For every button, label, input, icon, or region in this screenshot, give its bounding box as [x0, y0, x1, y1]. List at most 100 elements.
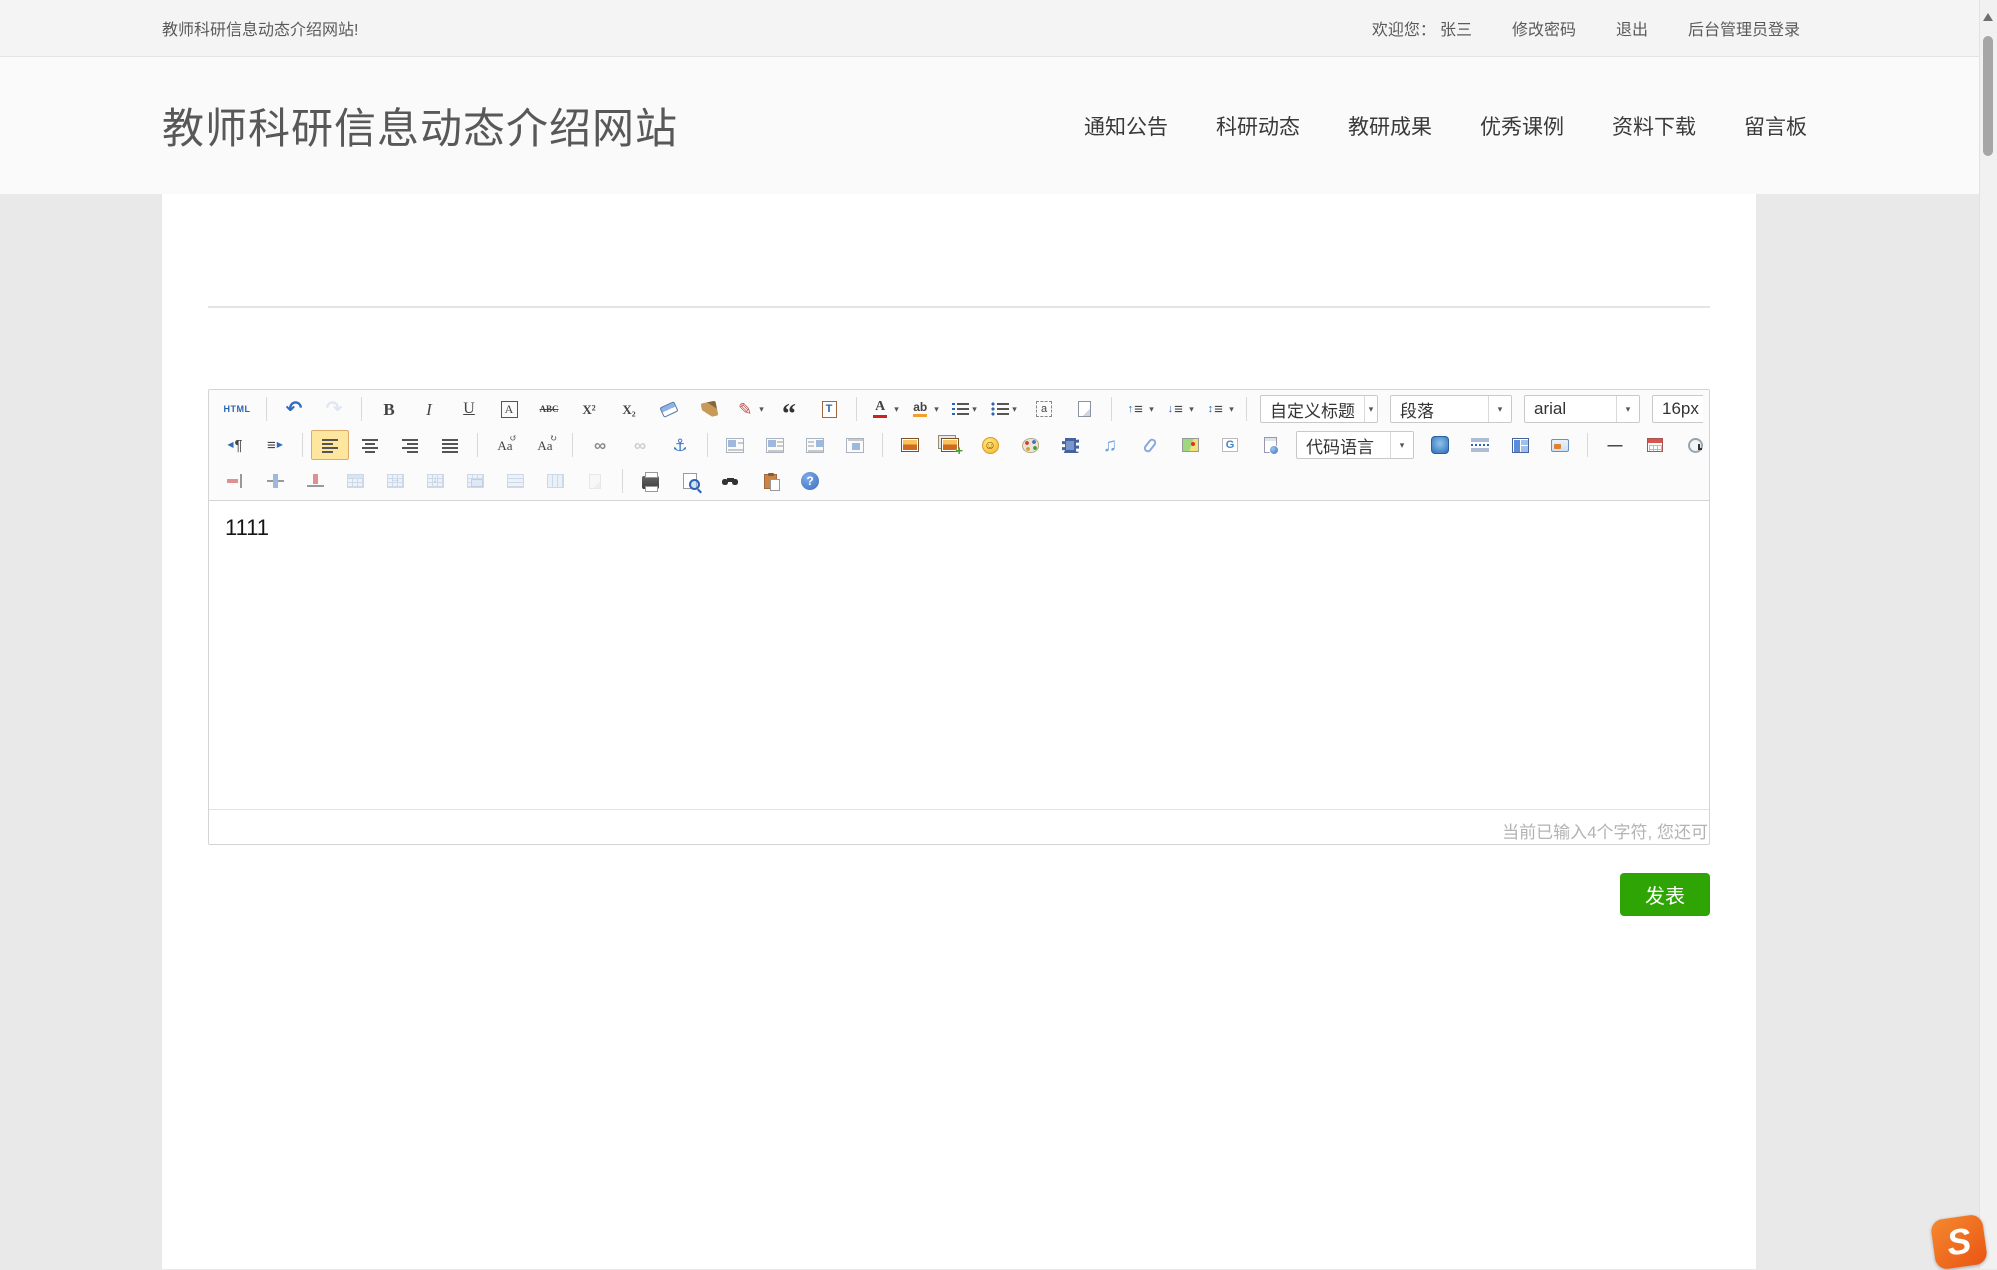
blockquote-button[interactable]: “: [770, 394, 808, 424]
unordered-list-dropdown-icon[interactable]: ▾: [1012, 404, 1017, 415]
row-spacing-bottom-button[interactable]: ≡▾: [1160, 394, 1198, 424]
custom-style-select[interactable]: 自定义标题▾: [1260, 395, 1378, 423]
nav-item-teaching-results[interactable]: 教研成果: [1348, 111, 1432, 141]
help-button[interactable]: ?: [791, 466, 829, 496]
horizontal-rule-button[interactable]: —: [1596, 430, 1634, 460]
publish-button[interactable]: 发表: [1620, 873, 1710, 916]
align-right-button[interactable]: [391, 430, 429, 460]
ordered-list-button[interactable]: ▾: [945, 394, 983, 424]
scrollbar-thumb[interactable]: [1983, 36, 1993, 156]
insert-date-button[interactable]: [1636, 430, 1674, 460]
underline-icon: U: [458, 398, 480, 420]
insert-music-button[interactable]: ♫: [1091, 430, 1129, 460]
select-all-button[interactable]: a: [1025, 394, 1063, 424]
image-right-button[interactable]: [796, 430, 834, 460]
row-spacing-top-button[interactable]: ≡▾: [1120, 394, 1158, 424]
scrollbar-up-arrow-icon[interactable]: [1983, 8, 1993, 21]
auto-typeset-button[interactable]: ✎▾: [730, 394, 768, 424]
table-insert-col-button[interactable]: [256, 466, 294, 496]
insert-image-button[interactable]: [891, 430, 929, 460]
row-spacing-bottom-dropdown-icon[interactable]: ▾: [1189, 404, 1194, 415]
paragraph-select[interactable]: 段落▾: [1390, 395, 1512, 423]
change-password-link[interactable]: 修改密码: [1512, 16, 1576, 40]
attachment-button[interactable]: [1131, 430, 1169, 460]
table-insert-row-button[interactable]: [216, 466, 254, 496]
underline-button[interactable]: U: [450, 394, 488, 424]
line-height-dropdown-icon[interactable]: ▾: [1229, 404, 1234, 415]
italic-button[interactable]: I: [410, 394, 448, 424]
page-break-button[interactable]: [1461, 430, 1499, 460]
image-left-button[interactable]: [756, 430, 794, 460]
preview-button[interactable]: [671, 466, 709, 496]
print-button[interactable]: [631, 466, 669, 496]
undo-button[interactable]: ↶: [275, 394, 313, 424]
font-color-dropdown-icon[interactable]: ▾: [894, 404, 899, 415]
link-button[interactable]: ∞: [581, 430, 619, 460]
direction-rtl-button[interactable]: ≡: [256, 430, 294, 460]
to-uppercase-button[interactable]: Aa: [486, 430, 524, 460]
logout-link[interactable]: 退出: [1616, 16, 1648, 40]
emotion-button[interactable]: ☺: [971, 430, 1009, 460]
remove-format-icon: [659, 401, 678, 418]
remove-format-button[interactable]: [650, 394, 688, 424]
line-height-button[interactable]: ≡▾: [1200, 394, 1238, 424]
nav-item-message-board[interactable]: 留言板: [1744, 111, 1807, 141]
source-button[interactable]: HTML: [216, 394, 258, 424]
auto-typeset-dropdown-icon[interactable]: ▾: [759, 404, 764, 415]
custom-style-select-arrow-icon[interactable]: ▾: [1364, 396, 1377, 422]
back-color-dropdown-icon[interactable]: ▾: [934, 404, 939, 415]
to-lowercase-button[interactable]: Aa: [526, 430, 564, 460]
editor-content-area[interactable]: 1111: [209, 501, 1709, 809]
scrollbar[interactable]: [1979, 0, 1997, 1269]
insert-map-button[interactable]: [1171, 430, 1209, 460]
nav-item-notices[interactable]: 通知公告: [1084, 111, 1168, 141]
multi-image-button[interactable]: [931, 430, 969, 460]
paste-plain-button[interactable]: T: [810, 394, 848, 424]
image-default-button[interactable]: [716, 430, 754, 460]
link-icon: ∞: [589, 434, 611, 456]
template-button[interactable]: [1501, 430, 1539, 460]
scrawl-button[interactable]: [1011, 430, 1049, 460]
insert-video-button[interactable]: [1051, 430, 1089, 460]
code-language-select[interactable]: 代码语言▾: [1296, 431, 1414, 459]
bold-button[interactable]: B: [370, 394, 408, 424]
font-size-select[interactable]: 16px: [1652, 395, 1703, 423]
google-map-button[interactable]: G: [1211, 430, 1249, 460]
insert-time-button[interactable]: [1676, 430, 1703, 460]
search-replace-button[interactable]: [711, 466, 749, 496]
subscript-button[interactable]: X₂: [610, 394, 648, 424]
format-painter-button[interactable]: [690, 394, 728, 424]
unordered-list-button[interactable]: ▾: [985, 394, 1023, 424]
font-family-select-arrow-icon[interactable]: ▾: [1616, 396, 1639, 422]
align-justify-button[interactable]: [431, 430, 469, 460]
back-color-icon: ab: [909, 398, 931, 420]
font-color-button[interactable]: A▾: [865, 394, 903, 424]
nav-item-research-news[interactable]: 科研动态: [1216, 111, 1300, 141]
font-family-select[interactable]: arial▾: [1524, 395, 1640, 423]
strikethrough-button[interactable]: ABC: [530, 394, 568, 424]
nav-item-excellent-lessons[interactable]: 优秀课例: [1480, 111, 1564, 141]
nav-item-downloads[interactable]: 资料下载: [1612, 111, 1696, 141]
paragraph-select-arrow-icon[interactable]: ▾: [1488, 396, 1511, 422]
row-spacing-top-dropdown-icon[interactable]: ▾: [1149, 404, 1154, 415]
insert-iframe-button[interactable]: [1251, 430, 1289, 460]
code-language-select-arrow-icon[interactable]: ▾: [1390, 432, 1413, 458]
superscript-button[interactable]: X²: [570, 394, 608, 424]
table-delete-row-button[interactable]: [296, 466, 334, 496]
back-color-button[interactable]: ab▾: [905, 394, 943, 424]
clear-doc-button[interactable]: [1065, 394, 1103, 424]
insert-code-button[interactable]: [1421, 430, 1459, 460]
align-center-button[interactable]: [351, 430, 389, 460]
align-left-button[interactable]: [311, 430, 349, 460]
direction-ltr-button[interactable]: ¶: [216, 430, 254, 460]
attachment-icon: [1142, 437, 1158, 454]
font-border-button[interactable]: A: [490, 394, 528, 424]
baidu-app-button[interactable]: [1541, 430, 1579, 460]
blockquote-icon: “: [778, 398, 800, 420]
anchor-button[interactable]: ⚓: [661, 430, 699, 460]
image-center-button[interactable]: [836, 430, 874, 460]
redo-icon: ↷: [323, 398, 345, 420]
admin-login-link[interactable]: 后台管理员登录: [1688, 16, 1800, 40]
paste-button[interactable]: [751, 466, 789, 496]
ordered-list-dropdown-icon[interactable]: ▾: [972, 404, 977, 415]
